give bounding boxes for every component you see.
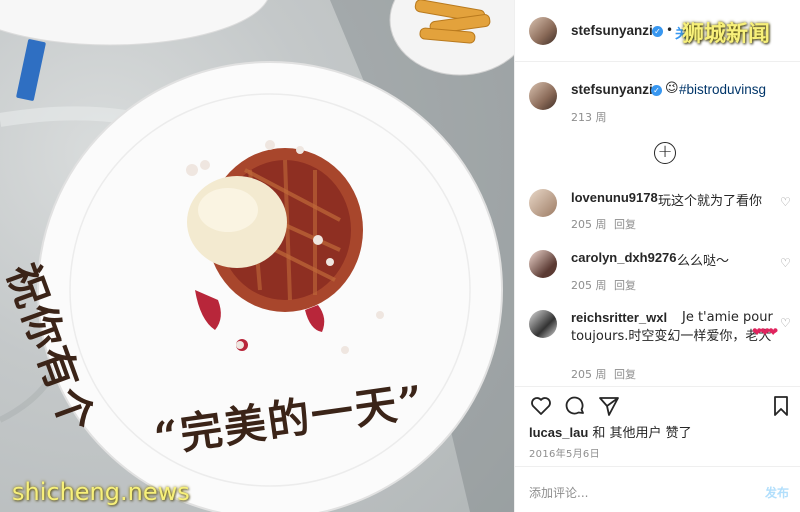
comment-input[interactable]: 添加评论... bbox=[529, 484, 588, 501]
commenter-avatar[interactable] bbox=[529, 250, 557, 278]
comment-like-heart-icon[interactable]: ♡ bbox=[780, 316, 791, 330]
commenter-avatar[interactable] bbox=[529, 310, 557, 338]
comment-text: 么么哒～ bbox=[677, 254, 730, 269]
verified-badge-icon: ✓ bbox=[652, 26, 663, 37]
separator-dot: • bbox=[666, 23, 674, 37]
comment-text: 玩这个就为了看你 bbox=[658, 194, 763, 209]
comment-reply-button[interactable]: 回复 bbox=[614, 277, 636, 293]
liked-by-username[interactable]: lucas_lau bbox=[529, 425, 588, 440]
comment-username[interactable]: carolyn_dxh9276 bbox=[571, 250, 677, 265]
liked-by-rest[interactable]: 和 其他用户 赞了 bbox=[588, 426, 691, 441]
author-username[interactable]: stefsunyanzi bbox=[571, 23, 653, 38]
post-photo[interactable]: 祝你有个 “完美的一天” shicheng.news bbox=[0, 0, 514, 512]
comment-timestamp[interactable]: 205 周 bbox=[571, 216, 607, 232]
comment-like-heart-icon[interactable]: ♡ bbox=[780, 256, 791, 270]
watermark-bottom: shicheng.news bbox=[12, 478, 190, 506]
caption-verified-badge-icon: ✓ bbox=[651, 85, 662, 96]
comment-timestamp[interactable]: 205 周 bbox=[571, 366, 607, 382]
caption-timestamp[interactable]: 213 周 bbox=[571, 109, 607, 125]
post-date[interactable]: 2016年5月6日 bbox=[529, 445, 600, 460]
commenter-avatar[interactable] bbox=[529, 189, 557, 217]
load-more-icon[interactable]: + bbox=[654, 142, 676, 164]
comment-icon[interactable] bbox=[563, 394, 587, 418]
comment-username[interactable]: reichsritter_wxl bbox=[571, 310, 667, 325]
caption-hashtag[interactable]: #bistroduvinsg bbox=[679, 82, 766, 97]
like-heart-icon[interactable] bbox=[529, 394, 553, 418]
comment-reply-button[interactable]: 回复 bbox=[614, 216, 636, 232]
caption-author-avatar[interactable] bbox=[529, 82, 557, 110]
author-avatar[interactable] bbox=[529, 17, 557, 45]
watermark-top: 狮城新闻 bbox=[682, 22, 771, 47]
post-comment-button[interactable]: 发布 bbox=[765, 484, 789, 501]
comment-username[interactable]: lovenunu9178 bbox=[571, 190, 658, 205]
bookmark-icon[interactable] bbox=[769, 394, 793, 418]
share-icon[interactable] bbox=[597, 394, 621, 418]
caption-username[interactable]: stefsunyanzi bbox=[571, 82, 653, 97]
post-sidebar: stefsunyanzi ✓ • 关注 stefsunyanzi ✓ 😉 #bi… bbox=[514, 0, 800, 512]
comment-hearts: ❤❤❤ bbox=[752, 325, 778, 339]
comment-reply-button[interactable]: 回复 bbox=[614, 366, 636, 382]
comment-like-heart-icon[interactable]: ♡ bbox=[780, 195, 791, 209]
likes-summary: lucas_lau 和 其他用户 赞了 bbox=[529, 422, 692, 441]
comment-timestamp[interactable]: 205 周 bbox=[571, 277, 607, 293]
comment-text-line2: toujours.时空变幻一样爱你，老大 bbox=[571, 329, 772, 344]
caption-emoji: 😉 bbox=[665, 81, 679, 96]
comment-text-line1: Je t'amie pour bbox=[682, 310, 773, 325]
